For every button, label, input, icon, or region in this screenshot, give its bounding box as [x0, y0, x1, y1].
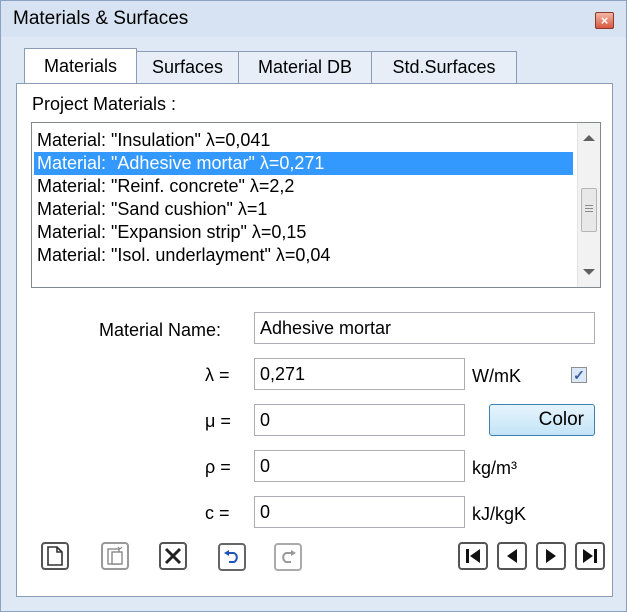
- materials-surfaces-window: Materials & Surfaces × Surfaces Material…: [0, 0, 627, 612]
- c-unit: kJ/kgK: [472, 504, 527, 524]
- window-title: Materials & Surfaces: [13, 8, 189, 29]
- tab-material-db-label: Material DB: [257, 57, 353, 77]
- grip-line: [585, 205, 593, 206]
- list-item-selected[interactable]: Material: "Adhesive mortar" λ=0,271: [34, 152, 573, 175]
- tab-material-db[interactable]: Material DB: [238, 51, 372, 83]
- c-label: c =: [205, 503, 230, 523]
- next-record-icon: [546, 549, 556, 563]
- redo-icon: [282, 550, 296, 563]
- previous-record-icon: [507, 549, 517, 563]
- scroll-up-icon[interactable]: [583, 135, 595, 141]
- tab-surfaces-label: Surfaces: [151, 57, 224, 77]
- mu-label: μ =: [205, 411, 231, 431]
- new-button[interactable]: [41, 542, 69, 570]
- list-item[interactable]: Material: "Insulation" λ=0,041: [34, 129, 573, 152]
- c-field[interactable]: 0: [254, 496, 465, 528]
- title-bar[interactable]: Materials & Surfaces ×: [1, 1, 626, 37]
- tab-std-surfaces[interactable]: Std.Surfaces: [371, 51, 517, 83]
- check-icon: ✓: [573, 366, 585, 383]
- list-item[interactable]: Material: "Reinf. concrete" λ=2,2: [34, 175, 573, 198]
- close-icon: ×: [600, 13, 609, 28]
- grip-line: [585, 211, 593, 212]
- redo-button[interactable]: [274, 543, 302, 571]
- rho-unit: kg/m³: [472, 458, 517, 478]
- list-scrollbar[interactable]: [577, 123, 600, 287]
- close-button[interactable]: ×: [595, 12, 614, 29]
- grip-line: [585, 208, 593, 209]
- first-record-icon: [466, 549, 480, 563]
- material-name-field[interactable]: Adhesive mortar: [254, 312, 595, 344]
- rho-field[interactable]: 0: [254, 450, 465, 482]
- last-record-icon: [583, 549, 597, 563]
- previous-record-button[interactable]: [497, 542, 527, 570]
- rho-label: ρ =: [205, 457, 231, 477]
- lambda-checkbox[interactable]: ✓: [571, 367, 587, 383]
- project-materials-list[interactable]: Material: "Insulation" λ=0,041 Material:…: [31, 122, 601, 288]
- undo-icon: [224, 550, 238, 563]
- delete-button[interactable]: [159, 542, 187, 570]
- tab-surfaces[interactable]: Surfaces: [136, 51, 239, 83]
- project-materials-label: Project Materials :: [32, 94, 177, 114]
- paste-icon: [107, 546, 123, 565]
- tab-materials[interactable]: Materials: [24, 48, 137, 83]
- list-item[interactable]: Material: "Isol. underlayment" λ=0,04: [34, 244, 573, 267]
- delete-icon: [164, 547, 182, 565]
- lambda-field[interactable]: 0,271: [254, 358, 465, 390]
- scroll-thumb[interactable]: [581, 188, 597, 232]
- material-name-label: Material Name:: [99, 320, 222, 340]
- undo-button[interactable]: [218, 543, 246, 571]
- lambda-label: λ =: [205, 365, 230, 385]
- new-icon: [47, 546, 63, 566]
- tab-std-surfaces-label: Std.Surfaces: [392, 57, 496, 77]
- paste-button[interactable]: [101, 542, 129, 570]
- tab-materials-label: Materials: [43, 55, 118, 76]
- last-record-button[interactable]: [575, 542, 605, 570]
- list-item[interactable]: Material: "Sand cushion" λ=1: [34, 198, 573, 221]
- next-record-button[interactable]: [536, 542, 566, 570]
- mu-field[interactable]: 0: [254, 404, 465, 436]
- lambda-unit: W/mK: [472, 366, 521, 386]
- scroll-down-icon[interactable]: [583, 269, 595, 275]
- color-button[interactable]: Color: [489, 404, 595, 436]
- list-item[interactable]: Material: "Expansion strip" λ=0,15: [34, 221, 573, 244]
- first-record-button[interactable]: [458, 542, 488, 570]
